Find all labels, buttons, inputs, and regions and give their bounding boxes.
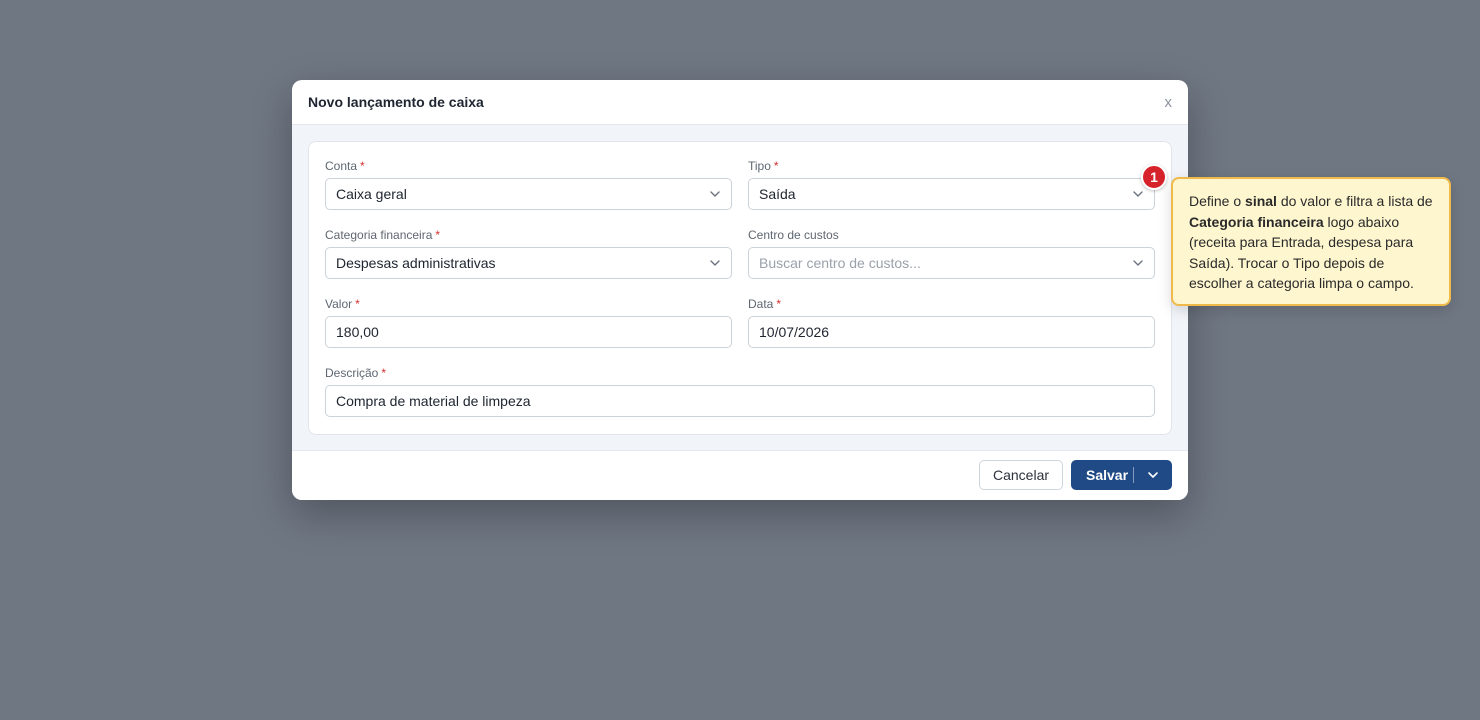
chevron-down-icon: [710, 191, 720, 197]
valor-field: Valor * 180,00: [325, 296, 732, 348]
save-button[interactable]: Salvar: [1071, 460, 1172, 490]
categoria-value: Despesas administrativas: [336, 255, 496, 271]
required-marker: *: [355, 297, 360, 311]
cancel-button[interactable]: Cancelar: [979, 460, 1063, 490]
descricao-field: Descrição * Compra de material de limpeza: [325, 365, 1155, 417]
tipo-value: Saída: [759, 186, 796, 202]
descricao-input[interactable]: Compra de material de limpeza: [325, 385, 1155, 417]
centro-custos-field: Centro de custos Buscar centro de custos…: [748, 227, 1155, 279]
tipo-label: Tipo *: [748, 159, 779, 173]
modal-title: Novo lançamento de caixa: [308, 94, 484, 110]
modal-header: Novo lançamento de caixa x: [292, 80, 1188, 125]
required-marker: *: [360, 159, 365, 173]
tour-tooltip: Define o sinal do valor e filtra a lista…: [1171, 177, 1451, 306]
categoria-label: Categoria financeira *: [325, 228, 441, 242]
tipo-field: Tipo * Saída: [748, 158, 1155, 210]
save-options-dropdown[interactable]: [1134, 460, 1172, 490]
conta-field: Conta * Caixa geral: [325, 158, 732, 210]
save-button-label: Salvar: [1086, 467, 1129, 483]
data-field: Data * 10/07/2026: [748, 296, 1155, 348]
close-icon[interactable]: x: [1165, 94, 1173, 112]
chevron-down-icon: [710, 260, 720, 266]
cash-entry-modal: Novo lançamento de caixa x Conta * Caixa …: [292, 80, 1188, 500]
valor-value: 180,00: [336, 324, 379, 340]
data-label: Data *: [748, 297, 782, 311]
required-marker: *: [435, 228, 441, 242]
modal-body: Conta * Caixa geral Tipo * Saída Categoria…: [292, 125, 1188, 451]
valor-label: Valor *: [325, 297, 360, 311]
chevron-down-icon: [1133, 191, 1143, 197]
tipo-select[interactable]: Saída: [748, 178, 1155, 210]
chevron-down-icon: [1133, 260, 1143, 266]
centro-custos-placeholder: Buscar centro de custos...: [759, 255, 921, 271]
valor-input[interactable]: 180,00: [325, 316, 732, 348]
tooltip-emphasis-categoria: Categoria financeira: [1189, 213, 1324, 230]
conta-select[interactable]: Caixa geral: [325, 178, 732, 210]
required-marker: *: [773, 159, 779, 173]
conta-value: Caixa geral: [336, 186, 407, 202]
categoria-field: Categoria financeira * Despesas administr…: [325, 227, 732, 279]
tooltip-emphasis-sinal: sinal: [1245, 193, 1277, 209]
categoria-select[interactable]: Despesas administrativas: [325, 247, 732, 279]
conta-label: Conta *: [325, 159, 365, 173]
required-marker: *: [381, 366, 387, 380]
descricao-value: Compra de material de limpeza: [336, 393, 531, 409]
data-value: 10/07/2026: [759, 324, 830, 340]
descricao-label: Descrição *: [325, 366, 387, 380]
modal-footer: Cancelar Salvar: [292, 450, 1188, 500]
centro-custos-label: Centro de custos: [748, 228, 839, 242]
chevron-down-icon: [1148, 472, 1158, 478]
required-marker: *: [776, 297, 782, 311]
form-card: Conta * Caixa geral Tipo * Saída Categoria…: [308, 141, 1172, 435]
tour-step-badge: 1: [1141, 164, 1167, 190]
data-input[interactable]: 10/07/2026: [748, 316, 1155, 348]
centro-custos-select[interactable]: Buscar centro de custos...: [748, 247, 1155, 279]
